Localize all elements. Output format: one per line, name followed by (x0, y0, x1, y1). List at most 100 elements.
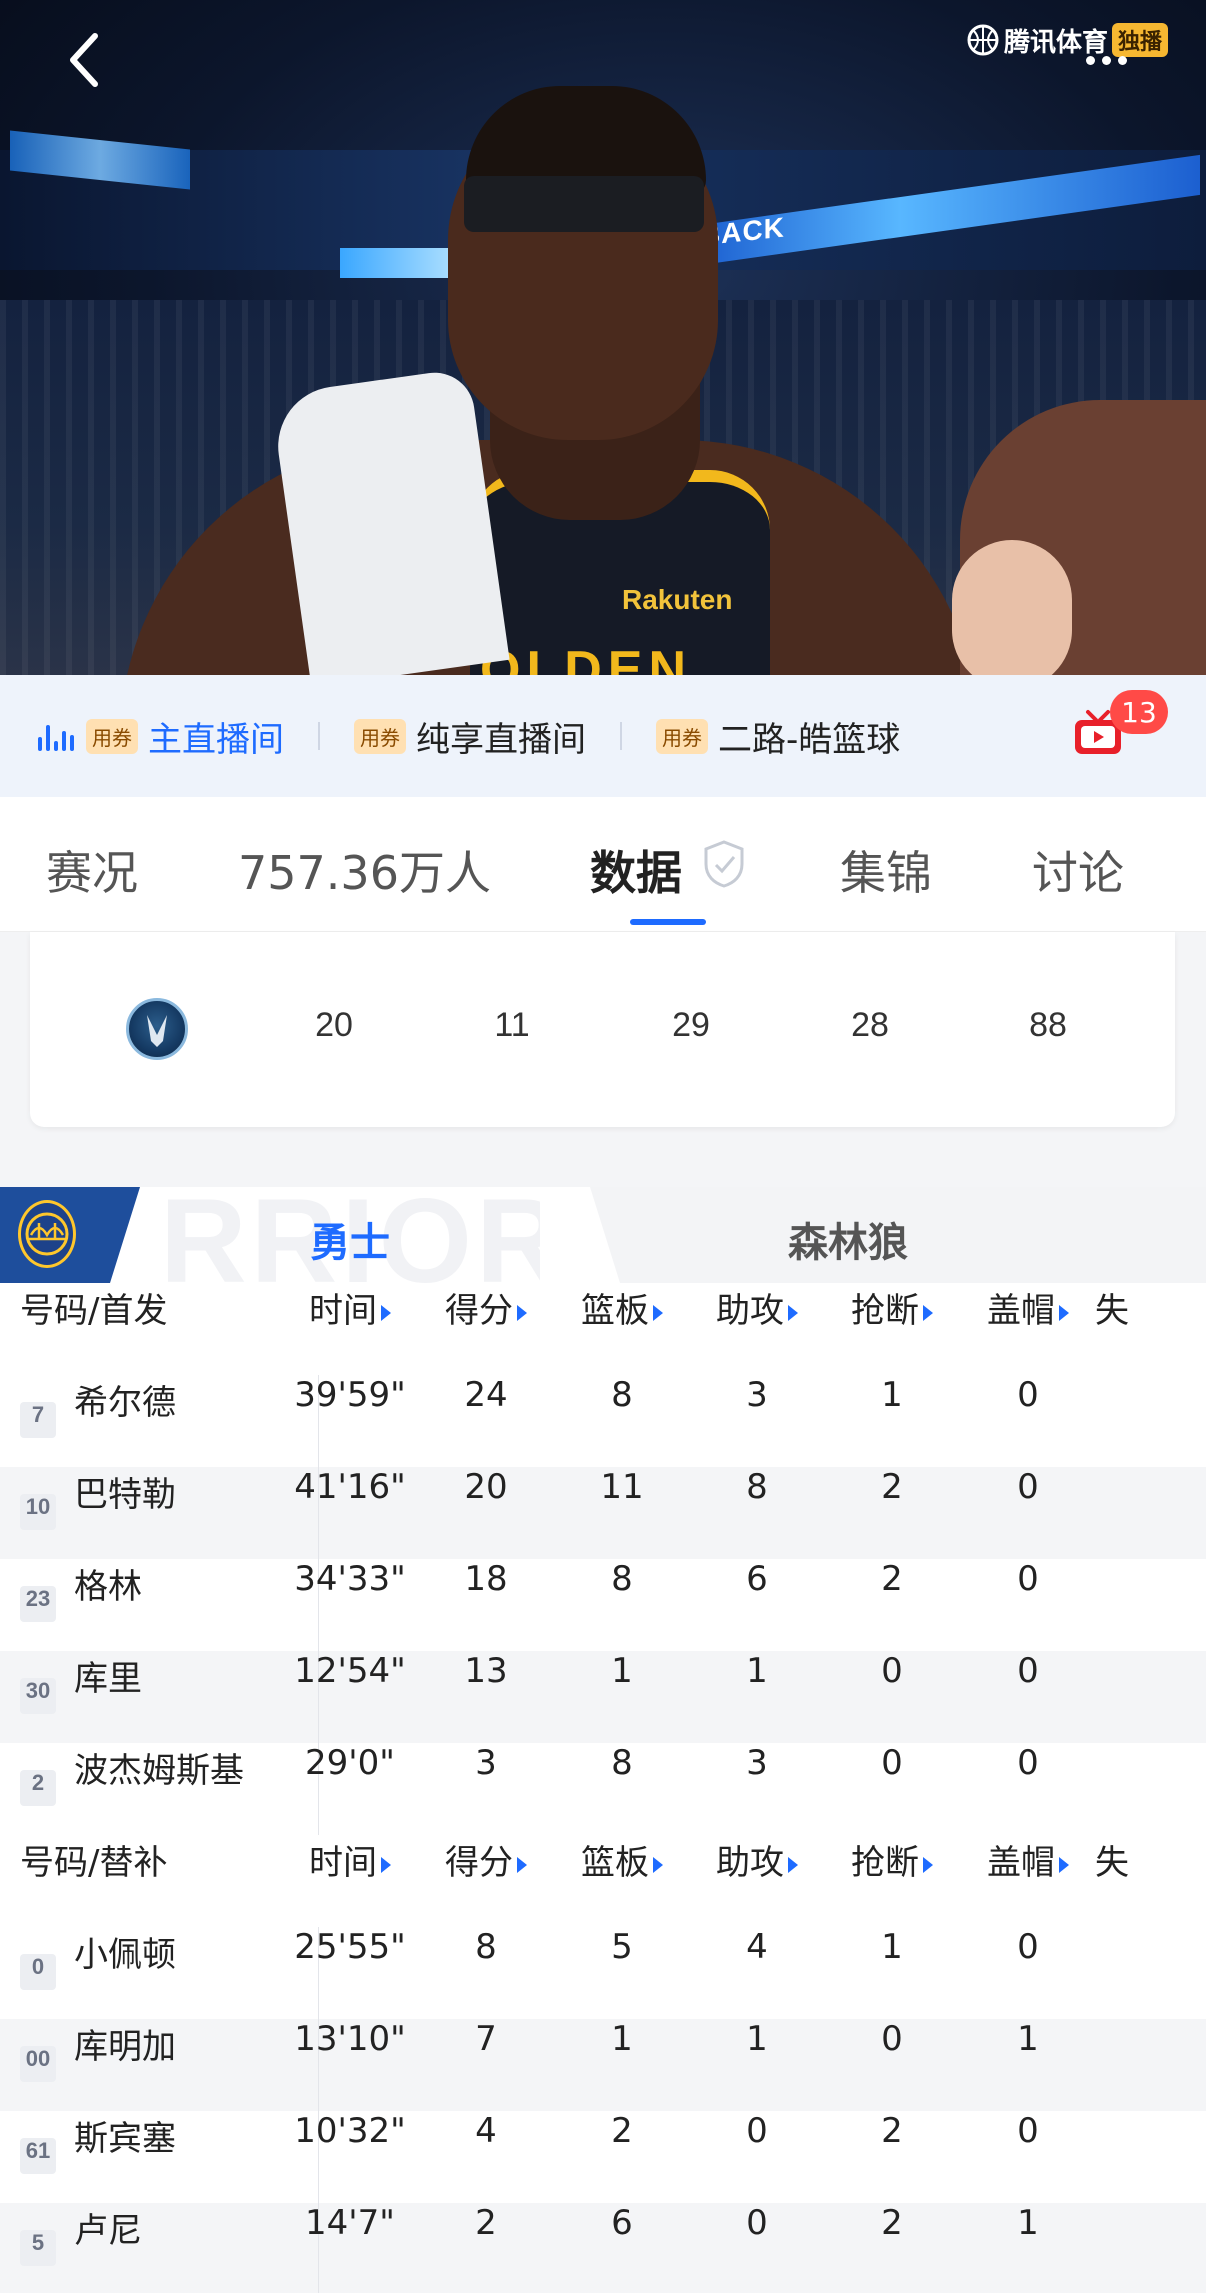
stat-stl: 2 (881, 2111, 903, 2151)
column-header-sort[interactable]: 盖帽 (963, 1283, 1093, 1375)
stat-min: 34'33" (294, 1559, 406, 1599)
stat-pts: 2 (475, 2203, 497, 2243)
tab-viewers[interactable]: 757.36万人 (238, 837, 491, 903)
column-header-sort[interactable]: 失 (1095, 1835, 1206, 1927)
shield-icon (704, 840, 744, 888)
sort-caret-icon (653, 1304, 663, 1321)
stat-reb: 11 (600, 1467, 644, 1507)
stat-reb: 8 (611, 1743, 633, 1783)
player-name: 斯宾塞 (74, 2119, 176, 2159)
channel-second[interactable]: 用券 二路-皓篮球 (656, 675, 900, 797)
table-row[interactable]: 23 格林 34'33" 18 8 6 2 0 (0, 1559, 1206, 1651)
stat-ast: 0 (746, 2203, 768, 2243)
stat-blk: 0 (1017, 2111, 1039, 2151)
channel-main[interactable]: 用券 主直播间 (38, 675, 284, 797)
column-header-label: 抢断 (851, 1291, 919, 1331)
column-header-player: 号码/替补 (20, 1843, 168, 1883)
table-row[interactable]: 5 卢尼 14'7" 2 6 0 2 1 (0, 2203, 1206, 2293)
table-row[interactable]: 10 巴特勒 41'16" 20 11 8 2 0 (0, 1467, 1206, 1559)
column-header-label: 篮板 (581, 1843, 649, 1883)
stat-min: 10'32" (294, 2111, 406, 2151)
timberwolves-logo (126, 998, 188, 1060)
channel-pure[interactable]: 用券 纯享直播间 (354, 675, 586, 797)
player-name: 库里 (74, 1659, 142, 1699)
stat-reb: 6 (611, 2203, 633, 2243)
video-player[interactable]: BACK Rakuten OLDEN 腾讯体育 独播 (0, 0, 1206, 675)
stat-pts: 20 (464, 1467, 508, 1507)
column-header-sort[interactable]: 助攻 (692, 1283, 822, 1375)
stat-stl: 2 (881, 1467, 903, 1507)
stat-blk: 0 (1017, 1559, 1039, 1599)
table-row[interactable]: 30 库里 12'54" 13 1 1 0 0 (0, 1651, 1206, 1743)
starters-header-row: 号码/首发 时间 得分 篮板 助攻 抢断 盖帽失 (0, 1283, 1206, 1375)
stat-blk: 0 (1017, 1651, 1039, 1691)
divider (318, 722, 320, 750)
tab-stats[interactable]: 数据 (590, 837, 682, 903)
column-header-sort[interactable]: 抢断 (827, 1835, 957, 1927)
jersey-sponsor: Rakuten (622, 584, 733, 615)
stat-blk: 0 (1017, 1375, 1039, 1415)
sort-caret-icon (788, 1856, 798, 1873)
stat-pts: 13 (464, 1651, 508, 1691)
column-header-label: 篮板 (581, 1291, 649, 1331)
player-name: 库明加 (74, 2027, 176, 2067)
channel-label: 二路-皓篮球 (718, 719, 901, 760)
column-header-label: 失 (1095, 1843, 1129, 1883)
channel-label: 主直播间 (148, 719, 284, 760)
column-header-sort[interactable]: 助攻 (692, 1835, 822, 1927)
stat-min: 13'10" (294, 2019, 406, 2059)
sort-caret-icon (381, 1304, 391, 1321)
column-header-sort[interactable]: 时间 (285, 1835, 415, 1927)
column-header-label: 时间 (309, 1291, 377, 1331)
column-header-sort[interactable]: 时间 (285, 1283, 415, 1375)
team-tab-label-home: 勇士 (310, 1220, 390, 1266)
stat-stl: 2 (881, 2203, 903, 2243)
stat-stl: 0 (881, 1743, 903, 1783)
column-header-sort[interactable]: 篮板 (557, 1835, 687, 1927)
tab-game[interactable]: 赛况 (46, 837, 138, 903)
player-name: 巴特勒 (74, 1475, 176, 1515)
stat-ast: 0 (746, 2111, 768, 2151)
table-row[interactable]: 2 波杰姆斯基 29'0" 3 8 3 0 0 (0, 1743, 1206, 1835)
stat-ast: 1 (746, 1651, 768, 1691)
player-headband (464, 176, 704, 232)
table-row[interactable]: 61 斯宾塞 10'32" 4 2 0 2 0 (0, 2111, 1206, 2203)
sort-caret-icon (923, 1856, 933, 1873)
column-header-label: 抢断 (851, 1843, 919, 1883)
stat-blk: 0 (1017, 1927, 1039, 1967)
table-row[interactable]: 00 库明加 13'10" 7 1 1 0 1 (0, 2019, 1206, 2111)
stat-min: 41'16" (294, 1467, 406, 1507)
stat-reb: 1 (611, 1651, 633, 1691)
stat-pts: 7 (475, 2019, 497, 2059)
jersey-number-badge: 23 (20, 1586, 56, 1622)
exclusive-badge: 独播 (1112, 23, 1169, 57)
tab-highlights[interactable]: 集锦 (840, 837, 932, 903)
sort-caret-icon (381, 1856, 391, 1873)
jersey-number-badge: 10 (20, 1494, 56, 1530)
jersey-lettering: OLDEN (480, 641, 692, 675)
score-q1: 20 (315, 1006, 353, 1044)
table-row[interactable]: 7 希尔德 39'59" 24 8 3 1 0 (0, 1375, 1206, 1467)
stat-reb: 8 (611, 1559, 633, 1599)
column-header-label: 得分 (445, 1291, 513, 1331)
reporter-face (952, 540, 1072, 675)
stat-ast: 6 (746, 1559, 768, 1599)
channel-bar: 用券 主直播间 用券 纯享直播间 用券 二路-皓篮球 (0, 675, 1206, 797)
column-header-sort[interactable]: 得分 (421, 1283, 551, 1375)
team-tab-away[interactable]: 森林狼 (788, 1210, 908, 1268)
column-header-label: 时间 (309, 1843, 377, 1883)
back-button[interactable] (60, 30, 110, 90)
tab-discussion[interactable]: 讨论 (1032, 837, 1124, 903)
column-header-sort[interactable]: 抢断 (827, 1283, 957, 1375)
more-menu-button[interactable] (1086, 56, 1127, 65)
column-header-label: 失 (1095, 1291, 1129, 1331)
column-header-sort[interactable]: 失 (1095, 1283, 1206, 1375)
table-row[interactable]: 0 小佩顿 25'55" 8 5 4 1 0 (0, 1927, 1206, 2019)
jersey-number-badge: 0 (20, 1954, 56, 1990)
jersey-number-badge: 2 (20, 1770, 56, 1806)
column-header-sort[interactable]: 篮板 (557, 1283, 687, 1375)
jersey-number-badge: 00 (20, 2046, 56, 2082)
column-header-sort[interactable]: 得分 (421, 1835, 551, 1927)
column-header-sort[interactable]: 盖帽 (963, 1835, 1093, 1927)
column-header-player: 号码/首发 (20, 1291, 168, 1331)
